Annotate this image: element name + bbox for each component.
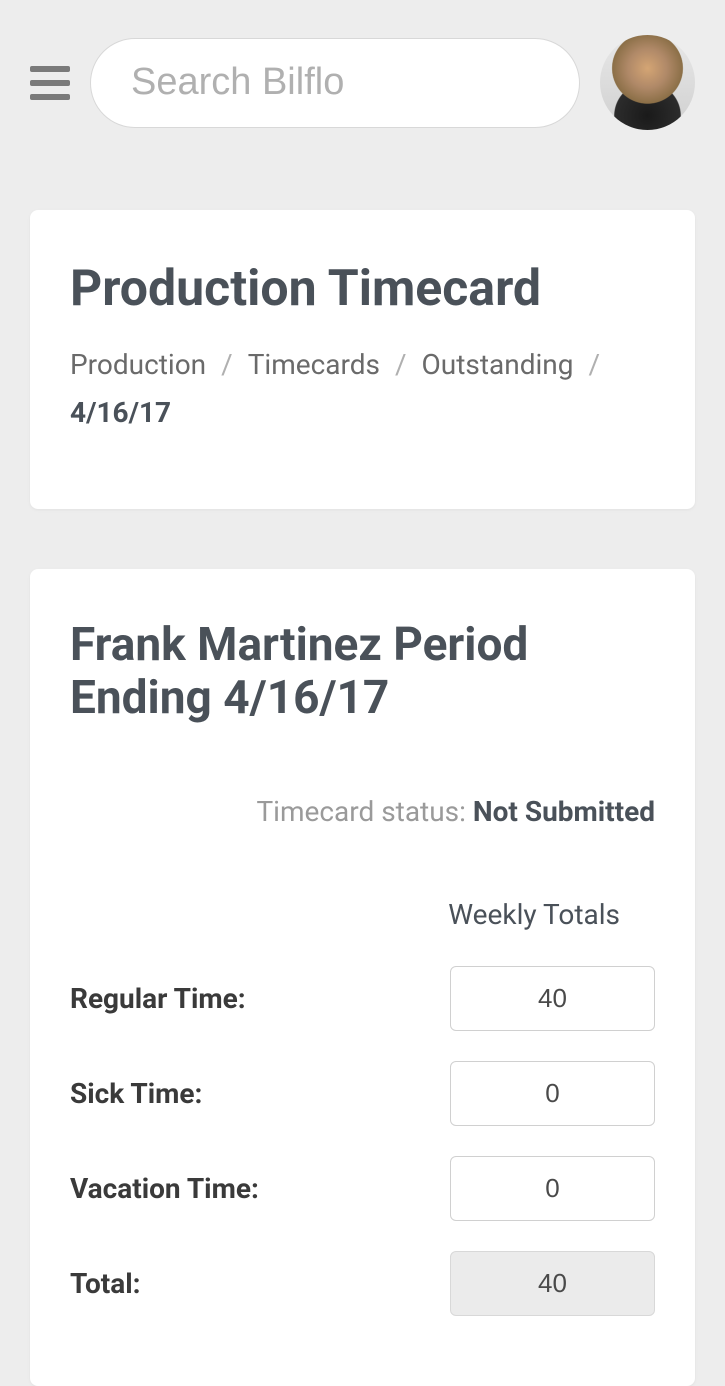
- total-label: Total:: [70, 1267, 141, 1300]
- regular-time-input[interactable]: [450, 966, 655, 1031]
- search-input[interactable]: [90, 38, 580, 128]
- status-line: Timecard status: Not Submitted: [70, 795, 655, 828]
- regular-time-label: Regular Time:: [70, 982, 246, 1015]
- vacation-time-input[interactable]: [450, 1156, 655, 1221]
- page-title: Production Timecard: [70, 260, 655, 318]
- breadcrumb-current: 4/16/17: [70, 396, 171, 429]
- status-label: Timecard status:: [256, 795, 472, 828]
- total-input: [450, 1251, 655, 1316]
- sick-time-input[interactable]: [450, 1061, 655, 1126]
- title-card: Production Timecard Production / Timecar…: [30, 210, 695, 509]
- timecard-card: Frank Martinez Period Ending 4/16/17 Tim…: [30, 569, 695, 1386]
- breadcrumb-production[interactable]: Production: [70, 348, 206, 381]
- breadcrumb-separator: /: [395, 348, 407, 381]
- avatar[interactable]: [600, 35, 695, 130]
- breadcrumb: Production / Timecards / Outstanding / 4…: [70, 348, 655, 429]
- breadcrumb-timecards[interactable]: Timecards: [248, 348, 380, 381]
- app-header: [0, 0, 725, 160]
- row-regular: Regular Time:: [70, 966, 655, 1031]
- totals-header: Weekly Totals: [70, 898, 655, 931]
- breadcrumb-outstanding[interactable]: Outstanding: [422, 348, 574, 381]
- sick-time-label: Sick Time:: [70, 1077, 202, 1110]
- status-value: Not Submitted: [473, 795, 655, 828]
- vacation-time-label: Vacation Time:: [70, 1172, 259, 1205]
- row-sick: Sick Time:: [70, 1061, 655, 1126]
- breadcrumb-separator: /: [221, 348, 233, 381]
- row-vacation: Vacation Time:: [70, 1156, 655, 1221]
- search-container: [90, 38, 580, 128]
- timecard-title: Frank Martinez Period Ending 4/16/17: [70, 619, 655, 725]
- row-total: Total:: [70, 1251, 655, 1316]
- menu-icon[interactable]: [30, 61, 70, 105]
- breadcrumb-separator: /: [589, 348, 601, 381]
